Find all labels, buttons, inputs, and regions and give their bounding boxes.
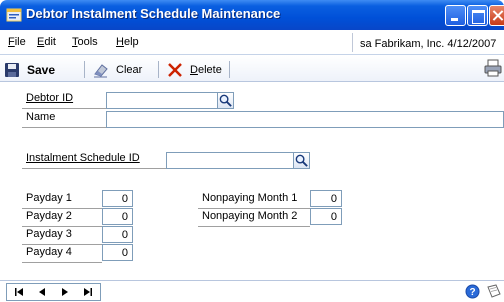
schedule-id-label: Instalment Schedule ID [26, 152, 140, 164]
menu-bar: File Edit Tools Help sa Fabrikam, Inc. 4… [0, 30, 504, 55]
label-underline [22, 127, 106, 128]
label-underline [198, 208, 310, 209]
form-area: Debtor ID Name Instalment Schedule ID Pa… [0, 83, 504, 283]
label-underline [22, 244, 102, 245]
record-navigation [6, 283, 101, 301]
payday-4-field[interactable] [102, 244, 133, 261]
schedule-id-input[interactable] [166, 152, 294, 169]
toolbar: Save Clear Delete [0, 56, 504, 82]
user-company-date: sa Fabrikam, Inc. 4/12/2007 [360, 38, 497, 50]
magnifier-icon [295, 154, 308, 167]
last-record-icon[interactable] [81, 286, 95, 298]
title-bar[interactable]: Debtor Instalment Schedule Maintenance [0, 0, 504, 30]
payday-3-field[interactable] [102, 226, 133, 243]
nonpaying-month-1-field[interactable] [310, 190, 342, 207]
minimize-button[interactable] [445, 5, 466, 26]
debtor-id-label: Debtor ID [26, 92, 74, 104]
debtor-id-input[interactable] [106, 92, 218, 109]
menu-edit[interactable]: Edit [37, 36, 56, 48]
label-underline [22, 262, 102, 263]
payday-1-field[interactable] [102, 190, 133, 207]
app-window-icon [6, 8, 22, 22]
menu-separator [352, 33, 353, 52]
schedule-lookup-button[interactable] [293, 152, 310, 169]
name-field[interactable] [106, 111, 504, 128]
payday-1-label: Payday 1 [26, 192, 72, 204]
payday-2-label: Payday 2 [26, 210, 72, 222]
toolbar-separator [158, 61, 159, 78]
label-underline [22, 108, 106, 109]
nonpaying-month-1-label: Nonpaying Month 1 [202, 192, 298, 204]
eraser-icon [94, 64, 108, 78]
first-record-icon[interactable] [12, 286, 26, 298]
menu-tools[interactable]: Tools [72, 36, 98, 48]
label-underline [198, 226, 310, 227]
nonpaying-month-2-label: Nonpaying Month 2 [202, 210, 298, 222]
help-icon[interactable]: ? [465, 284, 480, 299]
toolbar-separator [229, 61, 230, 78]
label-underline [22, 208, 102, 209]
payday-4-label: Payday 4 [26, 246, 72, 258]
payday-2-field[interactable] [102, 208, 133, 225]
delete-button[interactable]: Delete [167, 61, 222, 79]
status-bar: ? [0, 280, 504, 302]
save-button[interactable]: Save [4, 61, 55, 79]
svg-text:?: ? [469, 287, 475, 298]
printer-icon[interactable] [484, 59, 502, 77]
nonpaying-month-2-field[interactable] [310, 208, 342, 225]
red-x-icon [168, 63, 182, 77]
close-button[interactable] [489, 5, 504, 26]
name-label: Name [26, 111, 56, 123]
label-underline [22, 168, 166, 169]
note-icon[interactable] [486, 284, 502, 299]
payday-3-label: Payday 3 [26, 228, 72, 240]
next-record-icon[interactable] [58, 286, 72, 298]
floppy-disk-icon [5, 63, 19, 77]
debtor-lookup-button[interactable] [217, 92, 234, 109]
clear-button[interactable]: Clear [93, 61, 142, 79]
window-title: Debtor Instalment Schedule Maintenance [26, 6, 281, 21]
toolbar-separator [84, 61, 85, 78]
maximize-button[interactable] [467, 5, 488, 26]
menu-help[interactable]: Help [116, 36, 139, 48]
previous-record-icon[interactable] [35, 286, 49, 298]
label-underline [22, 226, 102, 227]
menu-file[interactable]: File [8, 36, 26, 48]
magnifier-icon [219, 94, 232, 107]
